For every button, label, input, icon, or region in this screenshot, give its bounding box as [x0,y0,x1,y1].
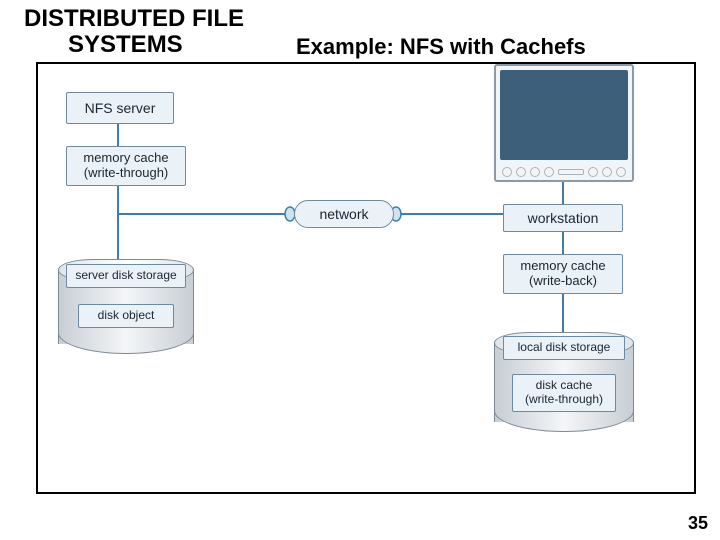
disk-object-label: disk object [78,304,174,328]
memory-cache-write-through-box: memory cache (write-through) [66,146,186,186]
diagram-frame: NFS server memory cache (write-through) … [36,62,696,494]
page-subtitle: Example: NFS with Cachefs [296,34,586,60]
page-title: DISTRIBUTED FILE SYSTEMS [24,6,244,59]
title-line-2: SYSTEMS [68,32,244,58]
disk-cache-write-through-label: disk cache (write-through) [512,374,616,412]
server-disk-storage-label: server disk storage [66,264,186,288]
title-line-1: DISTRIBUTED FILE [24,6,244,32]
local-disk-storage-label: local disk storage [503,336,625,360]
page-number: 35 [688,513,708,534]
workstation-monitor-icon: SUN [494,64,634,182]
workstation-box: workstation [503,204,623,232]
nfs-server-box: NFS server [66,92,174,124]
network-node: network [294,200,394,228]
memory-cache-write-back-box: memory cache (write-back) [503,254,623,294]
